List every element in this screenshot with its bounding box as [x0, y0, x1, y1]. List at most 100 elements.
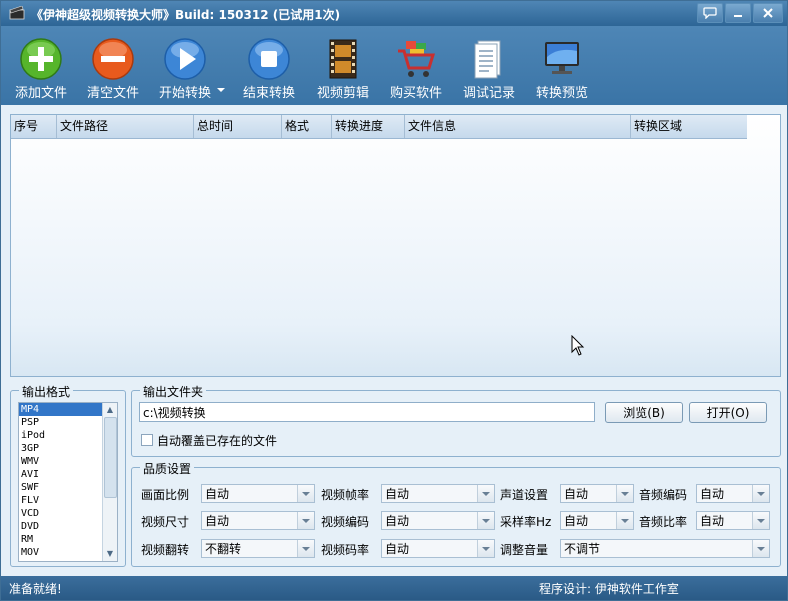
video-codec-value: 自动: [385, 514, 410, 528]
start-convert-label: 开始转换: [158, 86, 211, 101]
audio-bitrate-value: 自动: [700, 514, 725, 528]
frame-rate-value: 自动: [385, 487, 410, 501]
chevron-down-icon[interactable]: [477, 540, 494, 557]
audio-codec-label: 音频编码: [639, 488, 688, 502]
buy-software-button[interactable]: 购买软件: [386, 32, 446, 102]
app-window: 《伊神超级视频转换大师》Build: 150312 (已试用1次) 添加文件 清…: [0, 0, 788, 601]
scrollbar-thumb[interactable]: [104, 417, 117, 498]
clear-files-label: 清空文件: [86, 86, 139, 101]
clear-files-button[interactable]: 清空文件: [83, 32, 143, 102]
close-icon: [763, 8, 773, 18]
col-progress[interactable]: 转换进度: [332, 115, 405, 138]
debug-log-button[interactable]: 调试记录: [459, 32, 519, 102]
volume-label: 调整音量: [500, 543, 549, 557]
col-format[interactable]: 格式: [282, 115, 332, 138]
monitor-icon: [545, 42, 579, 74]
film-icon: [329, 39, 357, 79]
chevron-down-icon[interactable]: [616, 512, 633, 529]
add-file-label: 添加文件: [14, 86, 67, 101]
output-folder-group: 输出文件夹 c:\视频转换 浏览(B) 打开(O) 自动覆盖已存在的文件: [131, 383, 781, 457]
file-list[interactable]: 序号 文件路径 总时间 格式 转换进度 文件信息 转换区域: [10, 114, 781, 377]
close-button[interactable]: [753, 3, 783, 23]
stop-convert-button[interactable]: 结束转换: [239, 32, 299, 102]
chevron-down-icon[interactable]: [477, 485, 494, 502]
sample-rate-select[interactable]: 自动: [560, 511, 634, 530]
minimize-icon: [734, 15, 742, 17]
col-index[interactable]: 序号: [11, 115, 57, 138]
start-convert-dropdown-icon[interactable]: [217, 88, 225, 92]
feedback-button[interactable]: [697, 3, 723, 23]
aspect-ratio-select[interactable]: 自动: [201, 484, 315, 503]
chevron-down-icon[interactable]: [752, 485, 769, 502]
chevron-down-icon[interactable]: [752, 540, 769, 557]
credits-text: 程序设计: 伊神软件工作室: [539, 582, 679, 596]
mouse-pointer-icon: [571, 335, 585, 356]
start-convert-button[interactable]: 开始转换: [155, 32, 215, 102]
add-file-button[interactable]: 添加文件: [11, 32, 71, 102]
video-size-value: 自动: [205, 514, 230, 528]
scroll-up-icon[interactable]: ▲: [103, 403, 117, 417]
film-clapper-icon: [9, 6, 25, 20]
chevron-down-icon[interactable]: [752, 512, 769, 529]
chevron-down-icon[interactable]: [477, 512, 494, 529]
video-size-select[interactable]: 自动: [201, 511, 315, 530]
col-range[interactable]: 转换区域: [631, 115, 747, 138]
convert-preview-label: 转换预览: [535, 86, 588, 101]
output-path-input[interactable]: c:\视频转换: [139, 402, 595, 422]
status-text: 准备就绪!: [9, 582, 62, 596]
scroll-down-icon[interactable]: ▼: [103, 547, 117, 561]
status-bar: 准备就绪! 程序设计: 伊神软件工作室: [1, 576, 787, 600]
video-flip-select[interactable]: 不翻转: [201, 539, 315, 558]
video-codec-label: 视频编码: [321, 515, 370, 529]
audio-channel-label: 声道设置: [500, 488, 549, 502]
debug-log-label: 调试记录: [462, 86, 515, 101]
sample-rate-label: 采样率Hz: [500, 515, 552, 529]
output-format-group: 输出格式 MP4 PSP iPod 3GP WMV AVI SWF FLV VC…: [10, 383, 126, 567]
chevron-down-icon[interactable]: [297, 540, 314, 557]
video-size-label: 视频尺寸: [141, 515, 190, 529]
volume-select[interactable]: 不调节: [560, 539, 770, 558]
output-format-legend: 输出格式: [19, 383, 74, 400]
chevron-down-icon[interactable]: [616, 485, 633, 502]
frame-rate-label: 视频帧率: [321, 488, 370, 502]
quality-settings-group: 品质设置 画面比例 自动 视频帧率 自动 声道设置 自动 音频编码 自动 视频尺…: [131, 460, 781, 567]
video-bitrate-value: 自动: [385, 542, 410, 556]
audio-channel-select[interactable]: 自动: [560, 484, 634, 503]
audio-channel-value: 自动: [564, 487, 589, 501]
overwrite-checkbox[interactable]: [141, 434, 153, 446]
audio-bitrate-label: 音频比率: [639, 515, 688, 529]
overwrite-label: 自动覆盖已存在的文件: [157, 434, 278, 448]
play-icon: [164, 38, 206, 80]
minimize-button[interactable]: [725, 3, 751, 23]
open-folder-button[interactable]: 打开(O): [689, 402, 767, 423]
log-icon: [474, 40, 501, 79]
audio-codec-value: 自动: [700, 487, 725, 501]
audio-codec-select[interactable]: 自动: [696, 484, 770, 503]
video-edit-button[interactable]: 视频剪辑: [313, 32, 373, 102]
audio-bitrate-select[interactable]: 自动: [696, 511, 770, 530]
frame-rate-select[interactable]: 自动: [381, 484, 495, 503]
video-codec-select[interactable]: 自动: [381, 511, 495, 530]
video-flip-value: 不翻转: [205, 542, 242, 556]
video-bitrate-select[interactable]: 自动: [381, 539, 495, 558]
output-format-list[interactable]: MP4 PSP iPod 3GP WMV AVI SWF FLV VCD DVD…: [18, 402, 118, 562]
clear-icon: [92, 38, 134, 80]
col-duration[interactable]: 总时间: [194, 115, 282, 138]
stop-convert-label: 结束转换: [242, 86, 295, 101]
stop-icon: [248, 38, 290, 80]
sample-rate-value: 自动: [564, 514, 589, 528]
aspect-ratio-label: 画面比例: [141, 488, 190, 502]
chevron-down-icon[interactable]: [297, 485, 314, 502]
col-path[interactable]: 文件路径: [57, 115, 194, 138]
volume-value: 不调节: [564, 542, 601, 556]
browse-button[interactable]: 浏览(B): [605, 402, 683, 423]
title-bar[interactable]: 《伊神超级视频转换大师》Build: 150312 (已试用1次): [1, 1, 787, 26]
col-info[interactable]: 文件信息: [405, 115, 631, 138]
chevron-down-icon[interactable]: [297, 512, 314, 529]
convert-preview-button[interactable]: 转换预览: [532, 32, 592, 102]
video-edit-label: 视频剪辑: [316, 86, 369, 101]
buy-software-label: 购买软件: [389, 86, 442, 101]
add-icon: [20, 38, 62, 80]
format-list-scrollbar[interactable]: ▲ ▼: [102, 403, 117, 561]
cart-icon: [398, 41, 436, 77]
